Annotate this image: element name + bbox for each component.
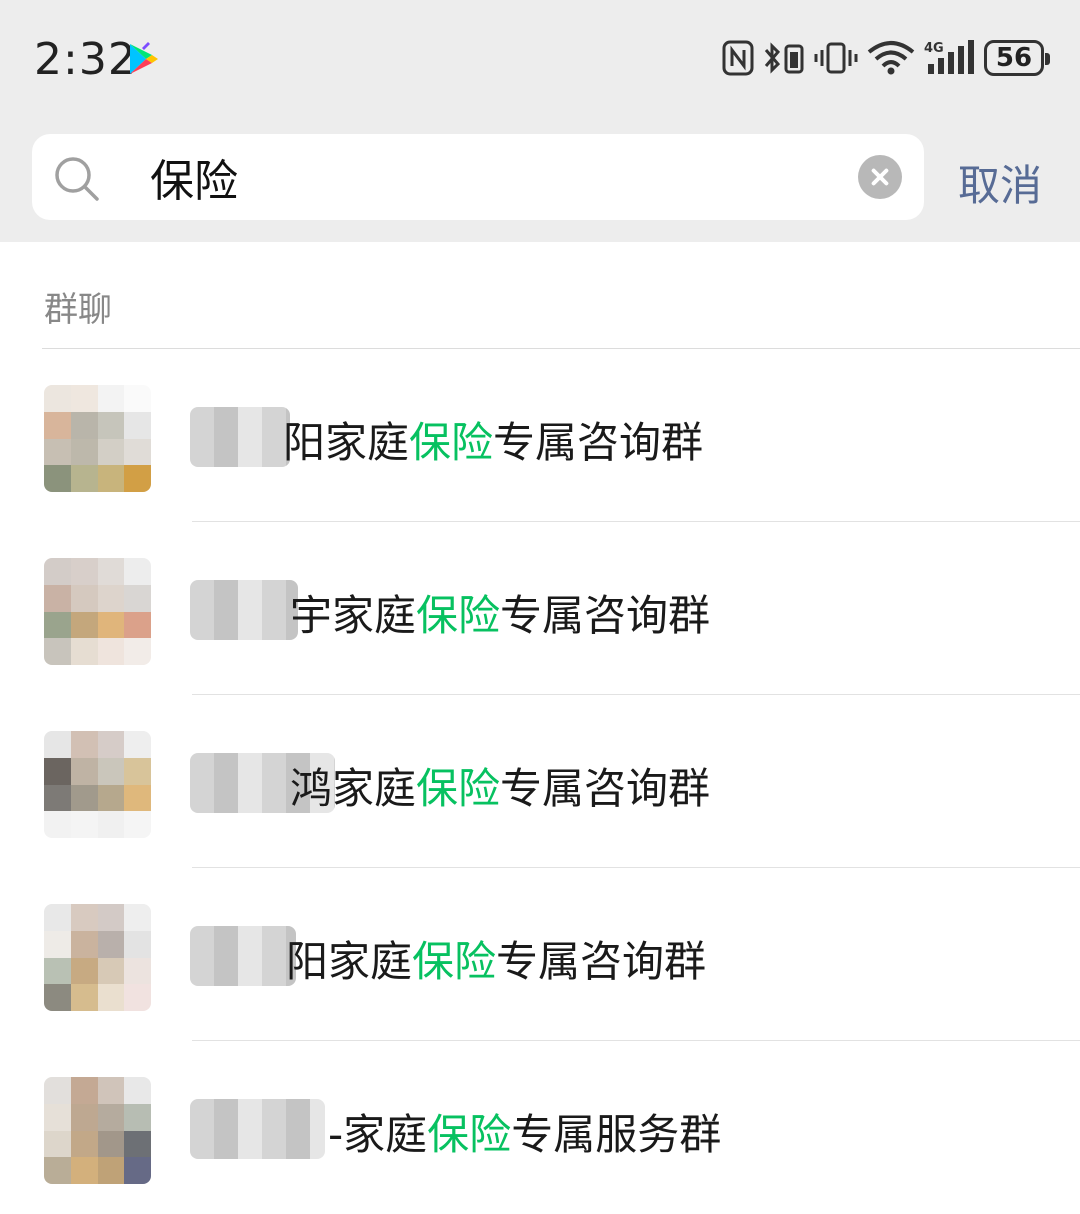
redacted-name <box>190 580 298 640</box>
group-avatar <box>44 385 151 492</box>
group-name: 宇家庭保险专属咨询群 <box>290 591 711 640</box>
battery-indicator: 56 <box>984 40 1050 76</box>
cellular-signal-icon: 4G <box>924 40 974 74</box>
clear-icon[interactable] <box>858 155 902 199</box>
group-name: 阳家庭保险专属咨询群 <box>286 937 707 986</box>
status-bar: 2:32 4G 56 <box>0 0 1080 120</box>
status-icons: 4G 56 <box>722 38 1050 78</box>
google-play-icon <box>130 42 158 74</box>
list-item[interactable]: 宇家庭保险专属咨询群 <box>0 522 1080 695</box>
search-bar: 取消 <box>0 134 1080 220</box>
list-item[interactable]: 阳家庭保险专属咨询群 <box>0 868 1080 1041</box>
list-item[interactable]: 阳家庭保险专属咨询群 <box>0 349 1080 522</box>
search-input[interactable] <box>150 148 850 206</box>
group-name: 鸿家庭保险专属咨询群 <box>290 764 711 813</box>
battery-level: 56 <box>995 43 1033 73</box>
group-avatar <box>44 904 151 1011</box>
group-name: -家庭保险专属服务群 <box>328 1110 722 1159</box>
group-avatar <box>44 731 151 838</box>
status-time: 2:32 <box>34 34 137 85</box>
redacted-name <box>190 1099 325 1159</box>
search-icon <box>55 157 99 201</box>
header: 2:32 4G 56 保险 取消 <box>0 0 1080 242</box>
search-box[interactable] <box>32 134 924 220</box>
list-item[interactable]: 鸿家庭保险专属咨询群 <box>0 695 1080 868</box>
bluetooth-battery-icon <box>764 42 804 74</box>
list-item[interactable]: -家庭保险专属服务群 <box>0 1041 1080 1214</box>
section-title-group-chats: 群聊 <box>44 290 112 330</box>
group-avatar <box>44 1077 151 1184</box>
vibrate-icon <box>814 42 858 74</box>
network-type-label: 4G <box>924 41 944 56</box>
redacted-name <box>190 926 296 986</box>
nfc-icon <box>722 40 754 76</box>
cancel-button[interactable]: 取消 <box>958 152 1042 213</box>
group-avatar <box>44 558 151 665</box>
group-name: 阳家庭保险专属咨询群 <box>283 418 704 467</box>
wifi-icon <box>867 41 915 75</box>
redacted-name <box>190 407 290 467</box>
